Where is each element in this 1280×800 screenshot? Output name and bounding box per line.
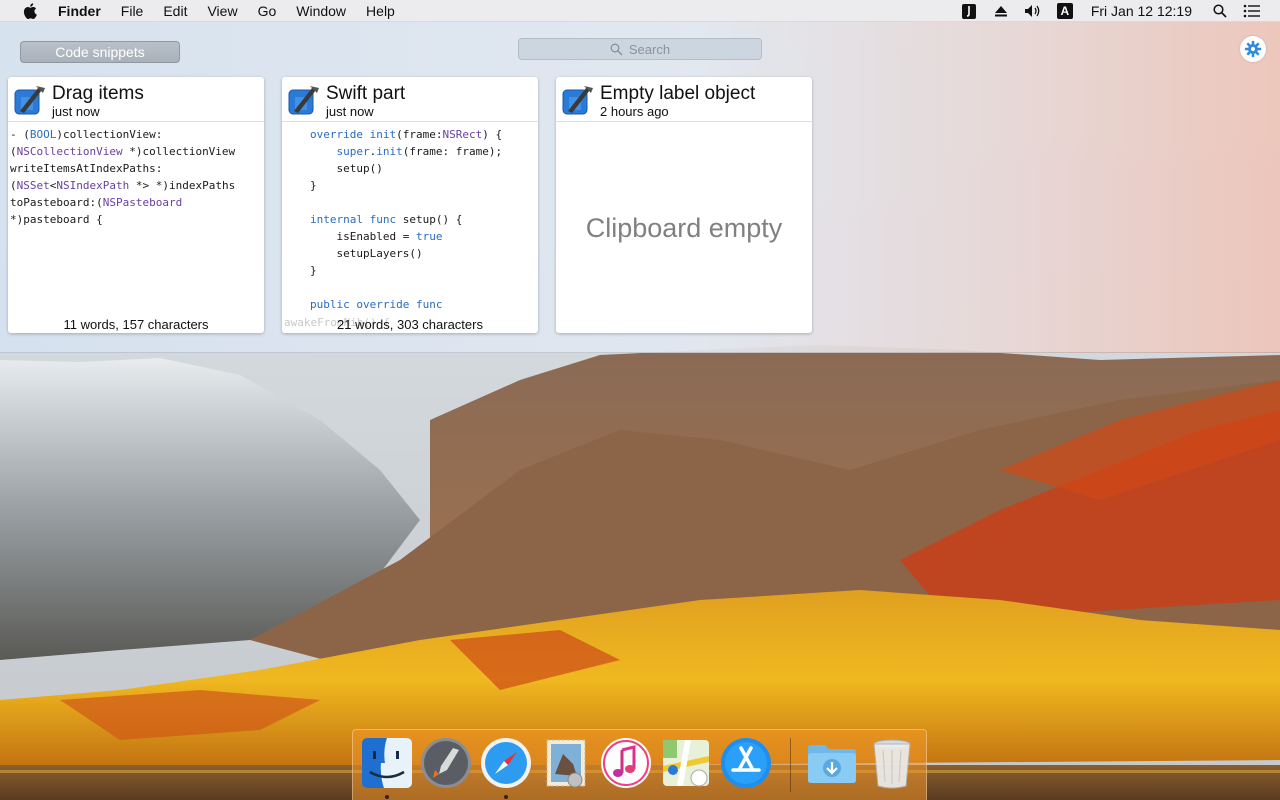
trash-icon[interactable] [865, 736, 919, 790]
menu-bar: Finder File Edit View Go Window Help A F… [0, 0, 1280, 22]
clip-card-preview: Clipboard empty [556, 123, 812, 333]
menu-clock[interactable]: Fri Jan 12 12:19 [1091, 3, 1192, 19]
app-store-icon[interactable] [719, 736, 773, 790]
clip-card-drag-items[interactable]: Drag items just now - (BOOL)collectionVi… [8, 77, 264, 333]
xcode-icon [288, 86, 319, 115]
clip-card-stats: 21 words, 303 characters [337, 317, 483, 332]
clip-card-title: Drag items [52, 83, 144, 104]
clip-card-title: Swift part [326, 83, 406, 104]
safari-icon[interactable] [479, 736, 533, 790]
clip-card-stats: 11 words, 157 characters [8, 317, 264, 333]
gear-icon [1244, 40, 1262, 58]
clipboard-panel: Code snippets Search Drag items just now… [0, 22, 1280, 353]
code-preview: - (BOOL)collectionView: (NSCollectionVie… [10, 128, 236, 226]
clip-card-time: just now [326, 104, 374, 119]
dock-separator [790, 738, 791, 792]
clip-card-time: 2 hours ago [600, 104, 669, 119]
clip-card-time: just now [52, 104, 100, 119]
clip-card-header: Swift part just now [282, 77, 538, 122]
clip-card-header: Drag items just now [8, 77, 264, 122]
input-source-letter: A [1060, 3, 1070, 18]
apple-menu-icon[interactable] [20, 2, 40, 19]
menu-edit[interactable]: Edit [153, 0, 197, 22]
search-placeholder: Search [628, 41, 671, 57]
finder-icon[interactable] [360, 736, 414, 790]
clip-card-preview: - (BOOL)collectionView: (NSCollectionVie… [8, 123, 264, 333]
xcode-icon [562, 86, 593, 115]
clipboard-empty-message: Clipboard empty [585, 213, 783, 243]
mail-icon[interactable] [539, 736, 593, 790]
settings-gear-button[interactable] [1240, 36, 1266, 62]
clip-card-swift-part[interactable]: Swift part just now override init(frame:… [282, 77, 538, 333]
notification-center-icon[interactable] [1243, 2, 1261, 20]
clip-card-preview: override init(frame:NSRect) { super.init… [282, 123, 538, 333]
input-source-icon[interactable]: A [1056, 2, 1074, 20]
search-icon [610, 43, 623, 55]
eject-icon[interactable] [992, 2, 1010, 20]
clipboard-app-icon[interactable] [960, 2, 978, 20]
running-indicator [504, 795, 508, 799]
search-field[interactable]: Search [518, 38, 762, 60]
clip-card-header: Empty label object 2 hours ago [556, 77, 812, 122]
menu-go[interactable]: Go [248, 0, 287, 22]
clip-card-title: Empty label object [600, 83, 756, 104]
launchpad-icon[interactable] [419, 736, 473, 790]
itunes-icon[interactable] [599, 736, 653, 790]
menu-window[interactable]: Window [286, 0, 356, 22]
code-preview: override init(frame:NSRect) { super.init… [310, 128, 503, 311]
clip-card-empty-label-object[interactable]: Empty label object 2 hours ago Clipboard… [556, 77, 812, 333]
dock [352, 729, 927, 800]
running-indicator [385, 795, 389, 799]
maps-icon[interactable] [659, 736, 713, 790]
collection-selector-button[interactable]: Code snippets [20, 41, 180, 63]
menu-view[interactable]: View [197, 0, 247, 22]
menu-file[interactable]: File [111, 0, 154, 22]
spotlight-icon[interactable] [1211, 2, 1229, 20]
xcode-icon [14, 86, 45, 115]
volume-icon[interactable] [1024, 2, 1042, 20]
menu-app-name[interactable]: Finder [58, 0, 111, 22]
menu-help[interactable]: Help [356, 0, 405, 22]
downloads-folder-icon[interactable] [805, 736, 859, 790]
